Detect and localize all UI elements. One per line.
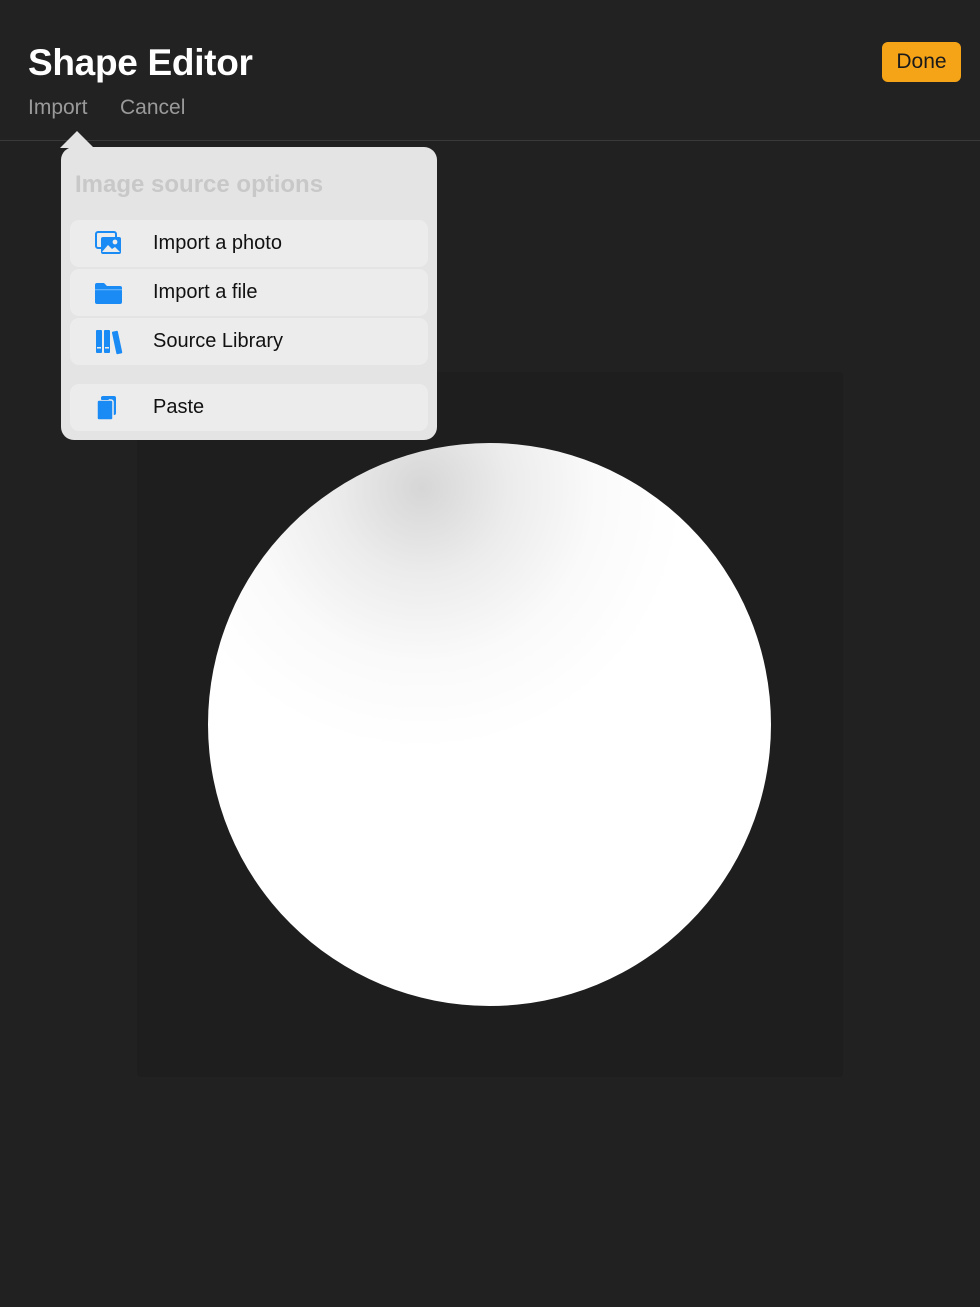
photo-icon bbox=[94, 231, 124, 257]
folder-icon bbox=[94, 280, 124, 306]
page-title: Shape Editor bbox=[28, 42, 253, 83]
menu-item-label: Import a photo bbox=[153, 232, 282, 254]
import-button[interactable]: Import bbox=[28, 96, 88, 120]
menu-item-import-file[interactable]: Import a file bbox=[70, 269, 428, 316]
popover-arrow bbox=[60, 131, 94, 148]
paste-icon bbox=[94, 395, 124, 421]
header: Shape Editor Import Cancel Done bbox=[0, 0, 980, 141]
shape-canvas[interactable] bbox=[137, 372, 843, 1077]
menu-item-paste[interactable]: Paste bbox=[70, 384, 428, 431]
cancel-button[interactable]: Cancel bbox=[120, 96, 185, 120]
image-source-popover: Image source options Import a photo Impo… bbox=[61, 147, 437, 440]
menu-item-label: Import a file bbox=[153, 281, 258, 303]
popover-title: Image source options bbox=[75, 171, 324, 198]
done-button[interactable]: Done bbox=[882, 42, 961, 82]
menu-item-source-library[interactable]: Source Library bbox=[70, 318, 428, 365]
menu-item-label: Source Library bbox=[153, 330, 284, 352]
menu-item-label: Paste bbox=[153, 396, 205, 418]
shape-preview-circle bbox=[208, 443, 771, 1006]
library-icon bbox=[94, 329, 124, 355]
menu-item-import-photo[interactable]: Import a photo bbox=[70, 220, 428, 267]
